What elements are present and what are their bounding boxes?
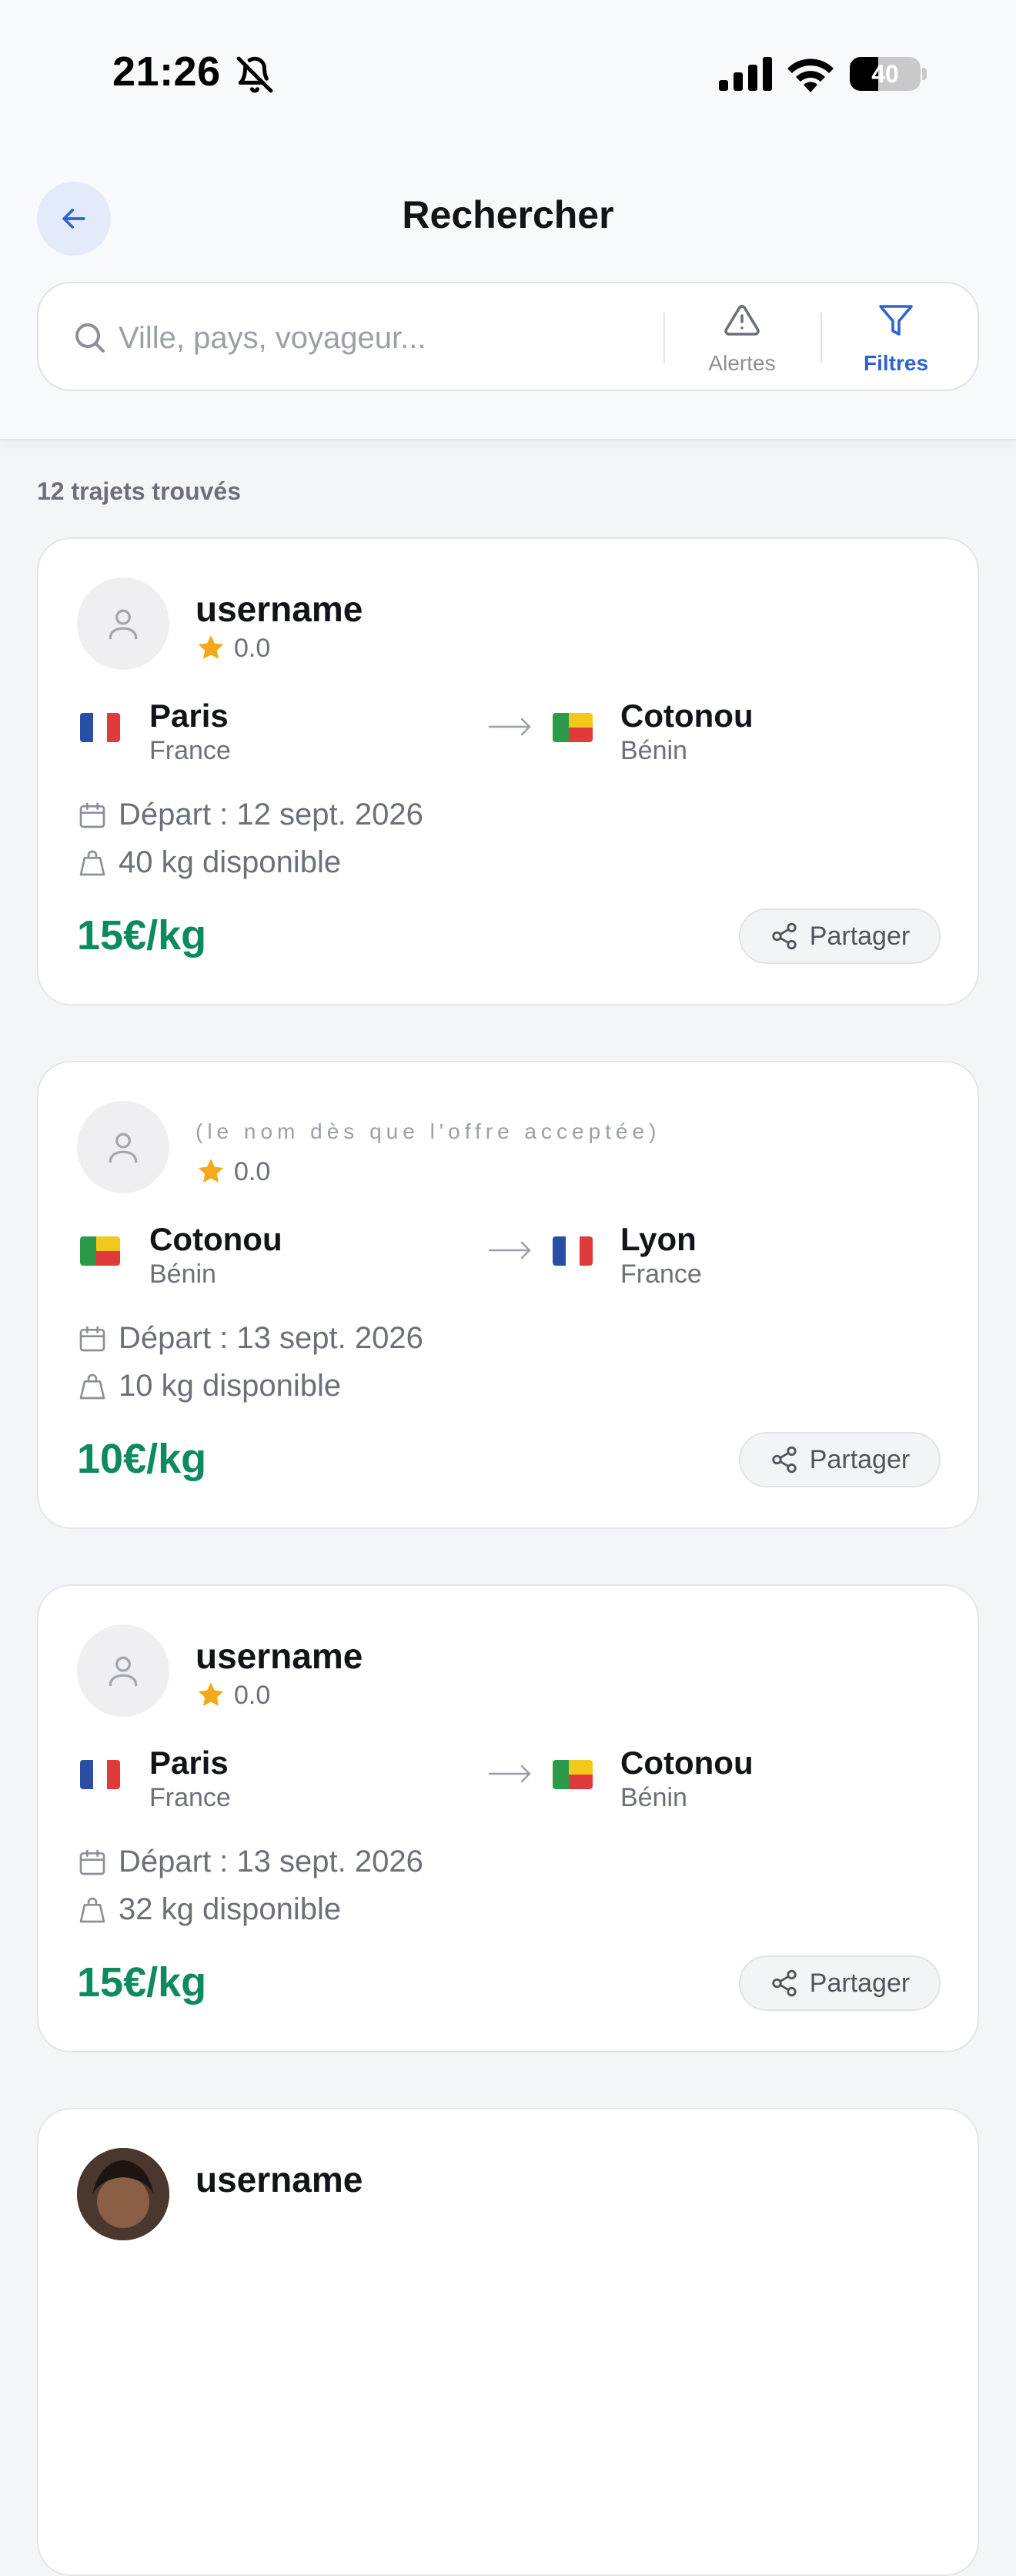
- origin-country: Bénin: [149, 1260, 216, 1289]
- user-icon: [109, 1132, 138, 1163]
- arrow-right-icon: [488, 1765, 531, 1783]
- filters-label: Filtres: [863, 351, 929, 375]
- status-bar: 21:26 40: [0, 0, 1016, 146]
- page-title: Rechercher: [402, 193, 614, 236]
- traveler-name: username: [196, 1636, 363, 1676]
- star-icon: [198, 1159, 224, 1183]
- alerts-label: Alertes: [708, 351, 776, 375]
- traveler-name: username: [196, 2159, 363, 2200]
- share-label: Partager: [809, 1968, 911, 1998]
- benin-flag-icon: [553, 713, 593, 742]
- rating-value: 0.0: [234, 1156, 271, 1186]
- weight-bag-icon: [79, 1897, 105, 1922]
- arrow-right-icon: [488, 1241, 531, 1260]
- avatar: [77, 1101, 169, 1193]
- arrow-right-icon: [488, 718, 531, 736]
- france-flag-icon: [80, 1760, 120, 1789]
- departure-date: Départ : 13 sept. 2026: [119, 1845, 423, 1878]
- share-button[interactable]: Partager: [739, 908, 941, 964]
- status-time: 21:26: [112, 49, 221, 95]
- trip-card[interactable]: username: [37, 2108, 979, 2576]
- trip-card[interactable]: (le nom dès que l'offre acceptée) 0.0 Co…: [37, 1061, 979, 1529]
- trip-card[interactable]: username 0.0 Paris France Cotonou Bénin …: [37, 537, 979, 1005]
- benin-flag-icon: [80, 1236, 120, 1266]
- departure-row: Départ : 13 sept. 2026: [77, 1845, 423, 1879]
- warning-triangle-icon: [724, 305, 760, 336]
- profile-photo: [77, 2148, 169, 2240]
- filters-button[interactable]: Filtres: [834, 302, 958, 376]
- origin-city: Cotonou: [149, 1221, 282, 1257]
- price-per-kg: 15€/kg: [77, 1959, 207, 2006]
- calendar-icon: [79, 802, 105, 828]
- share-icon: [772, 1446, 797, 1474]
- france-flag-icon: [80, 713, 120, 742]
- available-capacity: 32 kg disponible: [119, 1892, 342, 1926]
- star-icon: [198, 1682, 224, 1706]
- share-label: Partager: [809, 921, 911, 951]
- battery-tip: [922, 68, 927, 80]
- capacity-row: 32 kg disponible: [77, 1892, 341, 1927]
- user-icon: [109, 1656, 138, 1687]
- price-per-kg: 10€/kg: [77, 1436, 207, 1482]
- rating-value: 0.0: [234, 633, 271, 663]
- benin-flag-icon: [553, 1760, 593, 1789]
- star-icon: [198, 635, 224, 659]
- wifi-icon: [787, 59, 834, 92]
- traveler-name: username: [196, 589, 363, 629]
- rating-value: 0.0: [234, 1680, 271, 1710]
- weight-bag-icon: [79, 1373, 105, 1399]
- rating: 0.0: [196, 1680, 270, 1711]
- available-capacity: 10 kg disponible: [119, 1369, 342, 1403]
- share-icon: [772, 922, 797, 950]
- price-per-kg: 15€/kg: [77, 912, 207, 958]
- departure-date: Départ : 12 sept. 2026: [119, 798, 423, 831]
- france-flag-icon: [553, 1236, 593, 1266]
- share-label: Partager: [809, 1444, 911, 1474]
- avatar-photo: [77, 2148, 169, 2240]
- origin-country: France: [149, 736, 231, 765]
- traveler-name-hidden: (le nom dès que l'offre acceptée): [196, 1119, 661, 1143]
- battery-indicator: 40: [850, 57, 921, 91]
- avatar: [77, 577, 169, 670]
- share-button[interactable]: Partager: [739, 1955, 941, 2011]
- search-bar: Alertes Filtres: [37, 282, 979, 391]
- trip-card[interactable]: username 0.0 Paris France Cotonou Bénin …: [37, 1584, 979, 2052]
- destination-city: Cotonou: [620, 698, 754, 734]
- bell-slash-icon: [236, 56, 273, 93]
- calendar-icon: [79, 1849, 105, 1875]
- capacity-row: 40 kg disponible: [77, 845, 341, 880]
- origin-country: France: [149, 1783, 231, 1812]
- departure-row: Départ : 13 sept. 2026: [77, 1321, 423, 1356]
- search-input[interactable]: [119, 311, 673, 365]
- capacity-row: 10 kg disponible: [77, 1369, 341, 1403]
- share-icon: [772, 1969, 797, 1997]
- calendar-icon: [79, 1326, 105, 1351]
- destination-city: Cotonou: [620, 1745, 754, 1781]
- departure-date: Départ : 13 sept. 2026: [119, 1321, 423, 1355]
- rating: 0.0: [196, 633, 270, 664]
- available-capacity: 40 kg disponible: [119, 845, 342, 879]
- share-button[interactable]: Partager: [739, 1432, 941, 1487]
- alerts-button[interactable]: Alertes: [680, 302, 804, 376]
- weight-bag-icon: [79, 850, 105, 875]
- destination-country: France: [620, 1260, 702, 1289]
- origin-city: Paris: [149, 1745, 229, 1781]
- header: 21:26 40 Rechercher Ville, pays, voyageu…: [0, 0, 1016, 440]
- search-icon: [75, 323, 105, 353]
- departure-row: Départ : 12 sept. 2026: [77, 798, 423, 832]
- cellular-signal-icon: [719, 57, 772, 91]
- battery-percentage: 40: [871, 59, 899, 88]
- user-icon: [109, 609, 138, 640]
- origin-city: Paris: [149, 698, 229, 734]
- results-count: 12 trajets trouvés: [37, 477, 242, 505]
- destination-country: Bénin: [620, 1783, 687, 1812]
- rating: 0.0: [196, 1156, 270, 1187]
- avatar: [77, 1624, 169, 1717]
- search-divider: [663, 313, 665, 363]
- destination-country: Bénin: [620, 736, 687, 765]
- destination-city: Lyon: [620, 1221, 697, 1257]
- filter-icon: [879, 305, 913, 336]
- search-divider: [820, 313, 822, 363]
